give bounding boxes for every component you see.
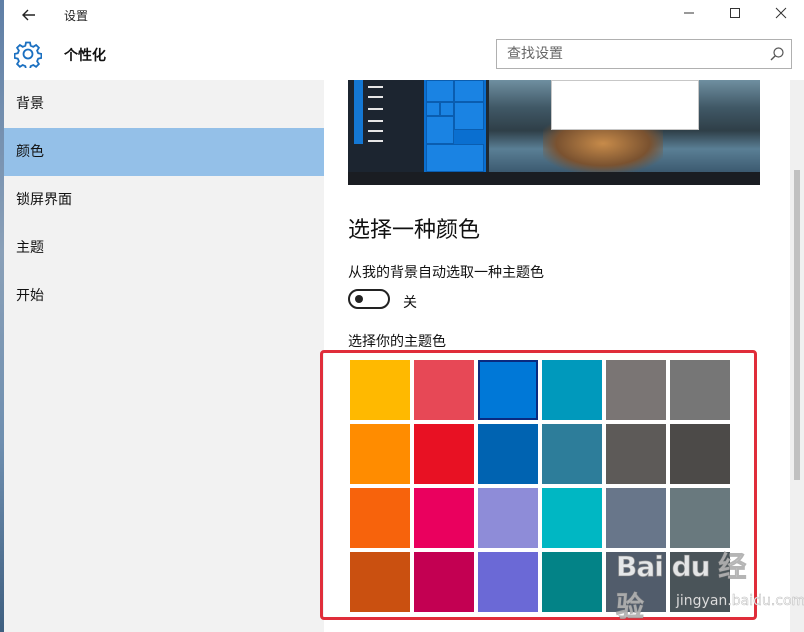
color-swatch[interactable]	[542, 424, 602, 484]
back-arrow-icon[interactable]	[18, 4, 40, 26]
color-swatch[interactable]	[606, 552, 666, 612]
sidebar-item-themes[interactable]: 主题	[4, 224, 324, 272]
scrollbar-thumb[interactable]	[794, 170, 800, 480]
color-swatch[interactable]	[606, 360, 666, 420]
preview-tile	[426, 102, 440, 116]
color-swatch[interactable]	[350, 488, 410, 548]
page-header: 个性化	[4, 30, 804, 80]
preview-taskbar	[348, 172, 760, 185]
main-content: 选择一种颜色 从我的背景自动选取一种主题色 关 选择你的主题色	[324, 80, 790, 632]
color-swatch[interactable]	[670, 488, 730, 548]
color-swatch[interactable]	[350, 360, 410, 420]
sidebar-item-background[interactable]: 背景	[4, 80, 324, 128]
color-swatch[interactable]	[478, 360, 538, 420]
gear-icon	[13, 40, 43, 71]
preview-tile	[426, 144, 484, 172]
close-button[interactable]	[758, 0, 804, 30]
sidebar-item-start[interactable]: 开始	[4, 272, 324, 320]
preview-menu-line	[368, 130, 383, 132]
color-swatch[interactable]	[670, 552, 730, 612]
vertical-scrollbar[interactable]	[790, 80, 804, 632]
sidebar-item-lock-screen[interactable]: 锁屏界面	[4, 176, 324, 224]
page-title: 个性化	[64, 48, 106, 64]
color-swatch[interactable]	[414, 424, 474, 484]
sidebar-item-colors[interactable]: 颜色	[4, 128, 324, 176]
color-swatch[interactable]	[414, 552, 474, 612]
preview-tiles	[424, 80, 486, 172]
toggle-knob	[355, 295, 363, 303]
color-swatch[interactable]	[670, 424, 730, 484]
color-swatch[interactable]	[414, 360, 474, 420]
preview-tile	[454, 80, 484, 102]
preview-tile	[426, 80, 454, 102]
color-swatch[interactable]	[350, 552, 410, 612]
color-swatch[interactable]	[478, 424, 538, 484]
maximize-button[interactable]	[712, 0, 758, 30]
color-swatch[interactable]	[542, 488, 602, 548]
preview-menu-line	[368, 140, 383, 142]
section-heading: 选择一种颜色	[348, 218, 481, 243]
preview-menu-line	[368, 120, 383, 122]
color-swatch[interactable]	[478, 488, 538, 548]
preview-menu-line	[368, 86, 383, 88]
title-bar: 设置	[4, 0, 804, 30]
toggle-state-label: 关	[403, 295, 417, 311]
preview-accent-strip	[354, 80, 363, 144]
accent-color-label: 选择你的主题色	[348, 334, 446, 350]
preview-tile	[426, 116, 454, 144]
color-swatch[interactable]	[542, 360, 602, 420]
search-icon[interactable]	[769, 46, 785, 62]
color-swatch[interactable]	[606, 424, 666, 484]
preview-tile	[440, 102, 454, 116]
preview-menu-line	[368, 108, 383, 110]
color-swatch[interactable]	[350, 424, 410, 484]
search-box[interactable]	[496, 39, 792, 69]
auto-accent-toggle[interactable]	[348, 289, 390, 309]
minimize-button[interactable]	[666, 0, 712, 30]
color-swatch[interactable]	[542, 552, 602, 612]
search-input[interactable]	[497, 40, 767, 68]
theme-preview-image	[348, 80, 760, 185]
preview-window	[551, 80, 699, 130]
color-swatch[interactable]	[670, 360, 730, 420]
preview-tile	[454, 102, 484, 130]
color-swatch[interactable]	[414, 488, 474, 548]
color-swatch[interactable]	[478, 552, 538, 612]
preview-menu-line	[368, 96, 383, 98]
sidebar: 背景 颜色 锁屏界面 主题 开始	[4, 80, 324, 632]
settings-window: 设置 个性化 查找设置 背景 颜色 锁屏界面 主题 开始 选择一种颜色 从我的背…	[0, 0, 804, 632]
preview-start-menu	[348, 80, 424, 172]
app-title: 设置	[64, 9, 89, 23]
color-swatch[interactable]	[606, 488, 666, 548]
auto-accent-label: 从我的背景自动选取一种主题色	[348, 265, 544, 281]
accent-color-grid	[348, 358, 734, 632]
